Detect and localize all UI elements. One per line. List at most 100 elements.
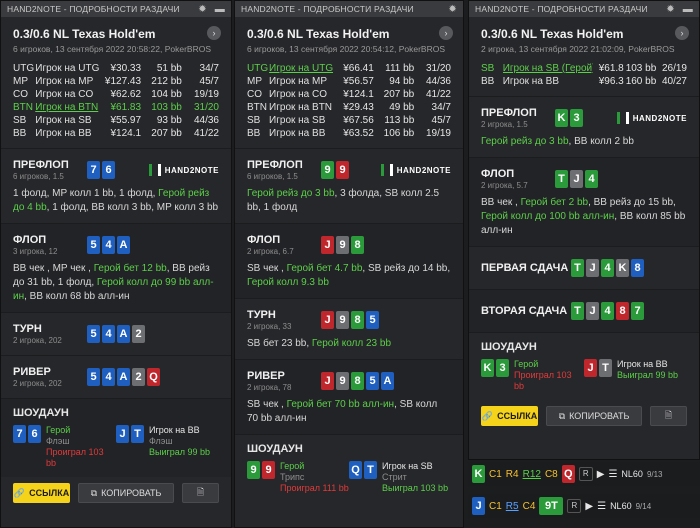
player-row[interactable]: UTG Игрок на UTG ¥30.33 51 bb 34/7 [13,62,219,75]
board-cards: 54A2 [87,325,145,343]
card: 8 [631,259,644,277]
count-label: 9/14 [635,501,652,511]
export-button[interactable]: 🗎 [650,406,687,426]
title-bar[interactable]: HAND2NOTE - ПОДРОБНОСТИ РАЗДАЧИ ✹ ▬ [469,1,699,17]
street-sub: 6 игроков, 1.5 [13,172,64,181]
player-row[interactable]: CO Игрок на CO ¥62.62 104 bb 19/19 [13,88,219,101]
player-chips: ¥67.56 [343,115,374,126]
title-bar[interactable]: HAND2NOTE - ПОДРОБНОСТИ РАЗДАЧИ ✹ [235,1,463,17]
street-sub: 2 игрока, 202 [13,336,62,345]
opponent-hand: Флэш [149,436,173,446]
card: J [586,259,599,277]
hero-action: Герой рейз до 3 bb [481,136,569,147]
play-icon[interactable]: ▶ [597,469,605,480]
gear-icon[interactable]: ✹ [198,4,207,15]
player-bb: 103 bb [151,102,182,113]
showdown-label: ШОУДАУН [247,443,303,455]
player-row[interactable]: BB Игрок на BB ¥96.3 160 bb 40/27 [481,75,687,88]
board-cards: TJ4 [555,170,598,188]
player-row-hero[interactable]: SB Игрок на SB (Герой) ¥61.8 103 bb 26/19 [481,62,687,75]
player-stat: 26/19 [661,63,687,74]
hand-list-row[interactable]: K C1 R4 R12 C8 Q R ▶ ☰ NL60 9/13 [468,462,700,486]
card: 9 [336,372,349,390]
player-row-hero[interactable]: BTN Игрок на BTN ¥61.83 103 bb 31/20 [13,101,219,114]
street-label: РИВЕР [247,370,285,382]
player-row[interactable]: SB Игрок на SB ¥55.97 93 bb 44/36 [13,114,219,127]
card: 9 [336,161,349,179]
gear-icon[interactable]: ✹ [448,4,457,15]
next-arrow-icon[interactable]: › [675,26,689,40]
next-arrow-icon[interactable]: › [439,26,453,40]
player-name: Игрок на SB (Герой) [502,63,594,74]
flop-actions: BB чек , MP чек , Герой бет 12 bb, BB ре… [13,262,219,304]
river-section: РИВЕР 2 игрока, 202 54A2Q [1,355,231,398]
player-bb: 94 bb [389,76,415,87]
card: 8 [616,302,629,320]
player-stat: 34/7 [199,63,219,74]
link-button[interactable]: 🔗 ССЫЛКА [481,406,539,426]
player-row[interactable]: MP Игрок на MP ¥127.43 212 bb 45/7 [13,75,219,88]
copy-button[interactable]: ⧉ КОПИРОВАТЬ [78,483,175,503]
copy-button[interactable]: ⧉ КОПИРОВАТЬ [546,406,643,426]
title-bar[interactable]: HAND2NOTE - ПОДРОБНОСТИ РАЗДАЧИ ✹ ▬ [1,1,231,17]
opponent-result-text: Выиграл 99 bb [617,370,679,380]
player-pos: SB [13,115,27,126]
card: 4 [102,368,115,386]
board-cards: J985 [321,311,379,329]
player-row[interactable]: CO Игрок на CO ¥124.1 207 bb 41/22 [247,88,451,101]
hand-list-row[interactable]: J C1 R5 C4 9T R ▶ ☰ NL60 9/14 [468,494,700,518]
hero-action: Герой бет 2 bb [520,197,589,208]
street-label: ФЛОП [247,234,281,246]
action-code: C4 [522,500,536,512]
card: T [555,170,568,188]
player-chips: ¥124.1 [110,128,142,139]
card: J [321,236,334,254]
card: T [364,461,377,479]
player-row[interactable]: BTN Игрок на BTN ¥29.43 49 bb 34/7 [247,101,451,114]
hero-name: Герой [46,425,71,435]
card: 4 [601,302,614,320]
player-name: Игрок на BTN [269,102,333,113]
action-text: , BB рейз до 15 bb, [588,197,676,208]
action-text: , BB колл 2 bb [568,136,634,147]
window-title: HAND2NOTE - ПОДРОБНОСТИ РАЗДАЧИ [7,4,180,14]
player-pos: CO [247,89,262,100]
gear-icon[interactable]: ✹ [666,4,675,15]
player-name: Игрок на BB [502,76,560,87]
play-icon[interactable]: ▶ [585,501,593,512]
replay-button[interactable]: R [578,467,593,481]
next-arrow-icon[interactable]: › [207,26,221,40]
game-meta: 6 игроков, 13 сентября 2022 20:54:12, Po… [247,44,445,54]
link-button[interactable]: 🔗 ССЫЛКА [13,483,71,503]
player-row[interactable]: BB Игрок на BB ¥124.1 207 bb 41/22 [13,127,219,140]
card: J [116,425,129,443]
player-row-hero[interactable]: UTG Игрок на UTG ¥66.41 111 bb 31/20 [247,62,451,75]
card: A [117,368,130,386]
card: 3 [570,109,583,127]
player-stat: 41/22 [193,128,219,139]
player-pos: UTG [13,63,35,74]
opponent-result: JT Игрок на BB Выиграл 99 bb [584,359,687,381]
window-title: HAND2NOTE - ПОДРОБНОСТИ РАЗДАЧИ [475,4,648,14]
action-code: R5 [505,500,519,512]
action-code: R12 [522,468,541,480]
replay-button[interactable]: R [567,499,582,513]
opponent-result-text: Выиграл 99 bb [149,447,211,457]
hero-result-text: Проиграл 103 bb [514,370,572,391]
card: 8 [351,311,364,329]
minimize-icon[interactable]: ▬ [683,4,693,15]
notes-icon[interactable]: ☰ [597,501,606,512]
hero-result: 99 Герой Трипс Проиграл 111 bb [247,461,349,494]
card: K [555,109,568,127]
player-chips: ¥29.43 [343,102,374,113]
notes-icon[interactable]: ☰ [608,469,617,480]
preflop-actions: 1 фолд, MP колл 1 bb, 1 фолд, Герой рейз… [13,187,219,215]
minimize-icon[interactable]: ▬ [215,4,225,15]
document-icon: 🗎 [196,487,205,497]
player-row[interactable]: BB Игрок на BB ¥63.52 106 bb 19/19 [247,127,451,140]
player-row[interactable]: SB Игрок на SB ¥67.56 113 bb 45/7 [247,114,451,127]
export-button[interactable]: 🗎 [182,483,219,503]
player-row[interactable]: MP Игрок на MP ¥56.57 94 bb 44/36 [247,75,451,88]
card: K [616,259,629,277]
opponent-name: Игрок на BB [149,425,200,435]
